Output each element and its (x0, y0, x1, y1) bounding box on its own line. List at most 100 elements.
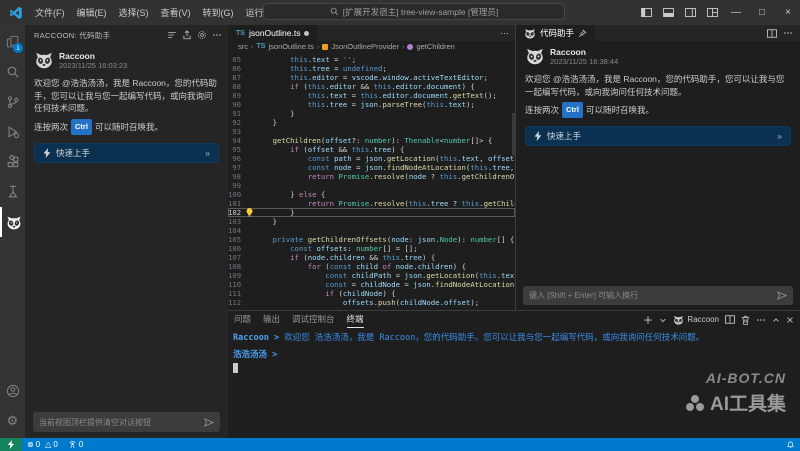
ports-indicator[interactable]: 0 (63, 438, 88, 451)
maximize-panel-chevron-icon[interactable] (772, 316, 780, 324)
remote-indicator[interactable] (0, 438, 22, 451)
activity-explorer[interactable]: 1 (0, 27, 25, 57)
remote-icon (7, 440, 15, 449)
quick-start-button[interactable]: 快速上手 » (34, 143, 219, 163)
code-line[interactable]: 109 const childPath = json.getLocation(t… (228, 271, 515, 280)
code-line[interactable]: 90 this.tree = json.parseTree(this.text)… (228, 100, 515, 109)
new-terminal-icon[interactable] (643, 315, 653, 325)
lightbulb-icon[interactable] (246, 208, 255, 217)
code-line[interactable]: 91 } (228, 109, 515, 118)
panel-tab-调试控制台[interactable]: 调试控制台 (292, 311, 335, 328)
editor-scrollbar[interactable] (512, 113, 515, 155)
code-line[interactable]: 94 getChildren(offset?: number): Thenabl… (228, 136, 515, 145)
activity-test-beaker[interactable] (0, 177, 25, 207)
line-number: 111 (228, 289, 246, 298)
code-line[interactable]: 88 if (this.editor && this.editor.docume… (228, 82, 515, 91)
warnings-icon: △ (45, 440, 51, 449)
code-line[interactable]: 95 if (offset && this.tree) { (228, 145, 515, 154)
terminal-profile[interactable]: Raccoon (673, 315, 719, 325)
panel-tab-问题[interactable]: 问题 (234, 311, 251, 328)
code-line[interactable]: 111 if (childNode) { (228, 289, 515, 298)
tab-jsonoutline[interactable]: TS jsonOutline.ts (228, 25, 318, 41)
code-line[interactable]: 89 this.text = this.editor.document.getT… (228, 91, 515, 100)
menu-item[interactable]: 转到(G) (198, 4, 239, 21)
modified-dot-icon[interactable] (304, 31, 309, 36)
send-icon[interactable] (204, 418, 214, 427)
maximize-button[interactable]: □ (750, 0, 774, 25)
code-line[interactable]: 108 for (const child of node.children) { (228, 262, 515, 271)
menu-item[interactable]: 文件(F) (30, 4, 70, 21)
menu-item[interactable]: 查看(V) (156, 4, 196, 21)
account-icon[interactable] (0, 376, 25, 406)
activity-raccoon[interactable] (0, 207, 25, 237)
menu-item[interactable]: 选择(S) (114, 4, 154, 21)
panel-tab-输出[interactable]: 输出 (263, 311, 280, 328)
code-area[interactable]: 85 this.text = '';86 this.tree = undefin… (228, 52, 515, 310)
editor-tabbar: TS jsonOutline.ts ··· (228, 25, 515, 41)
code-line[interactable]: 104 (228, 226, 515, 235)
code-line[interactable]: 112 offsets.push(childNode.offset); (228, 298, 515, 307)
watermark-line2: AI工具集 (710, 389, 786, 416)
code-line[interactable]: 99 (228, 181, 515, 190)
sidebar-input-placeholder: 当前视图顶栏提供清空对话按钮 (39, 417, 200, 428)
code-line[interactable]: 105 private getChildrenOffsets(node: jso… (228, 235, 515, 244)
code-line[interactable]: 98 return Promise.resolve(node ? this.ge… (228, 172, 515, 181)
more-icon[interactable] (212, 30, 222, 40)
activity-run-debug[interactable] (0, 117, 25, 147)
settings-gear-icon[interactable]: ⚙ (0, 406, 25, 436)
menu-item[interactable]: 编辑(E) (72, 4, 112, 21)
send-icon[interactable] (777, 291, 787, 300)
code-line[interactable]: 97 const node = json.findNodeAtLocation(… (228, 163, 515, 172)
more-icon[interactable] (783, 28, 793, 38)
activity-extensions[interactable] (0, 147, 25, 177)
problems-indicator[interactable]: ⊗ 0 △ 0 (22, 438, 63, 451)
settings-icon[interactable] (197, 30, 207, 40)
sidebar-chat-input[interactable]: 当前视图顶栏提供清空对话按钮 (33, 412, 220, 432)
notifications-bell[interactable] (781, 438, 800, 451)
editor-group: TS jsonOutline.ts ··· src› TS jsonOutlin… (228, 25, 515, 310)
code-line[interactable]: 93 (228, 127, 515, 136)
toggle-panel-icon[interactable] (658, 0, 678, 25)
breadcrumb[interactable]: src› TS jsonOutline.ts› JsonOutlineProvi… (228, 41, 515, 52)
line-number: 93 (228, 127, 246, 136)
activity-search[interactable] (0, 57, 25, 87)
code-line[interactable]: 106 const offsets: number[] = []; (228, 244, 515, 253)
line-number: 110 (228, 280, 246, 289)
code-line[interactable]: 86 this.tree = undefined; (228, 64, 515, 73)
code-line[interactable]: 100 } else { (228, 190, 515, 199)
tab-code-assistant[interactable]: 代码助手 (516, 25, 595, 41)
toggle-secondary-sidebar-icon[interactable] (680, 0, 700, 25)
minimize-button[interactable]: — (724, 0, 748, 25)
line-number: 87 (228, 73, 246, 82)
more-icon[interactable] (756, 315, 766, 325)
terminal-content[interactable]: Raccoon > 欢迎您 浩浩汤汤，我是 Raccoon，您的代码助手。您可以… (228, 328, 800, 373)
code-line[interactable]: 101 return Promise.resolve(this.tree ? t… (228, 199, 515, 208)
export-icon[interactable] (182, 30, 192, 40)
customize-layout-icon[interactable] (702, 0, 722, 25)
terminal-dropdown-chevron-icon[interactable] (659, 316, 667, 324)
clear-chat-icon[interactable] (167, 30, 177, 40)
toggle-sidebar-icon[interactable] (636, 0, 656, 25)
code-line[interactable]: 92 } (228, 118, 515, 127)
close-panel-icon[interactable] (786, 316, 794, 324)
right-panel-tabbar: 代码助手 (516, 25, 800, 41)
code-line[interactable]: 96 const path = json.getLocation(this.te… (228, 154, 515, 163)
code-line[interactable]: 87 this.editor = vscode.window.activeTex… (228, 73, 515, 82)
watermark-line1: AI-BOT.CN (685, 370, 786, 386)
split-editor-icon[interactable] (767, 29, 777, 38)
code-line[interactable]: 103 } (228, 217, 515, 226)
command-center-search[interactable]: [扩展开发宿主] tree-view-sample [管理员] (263, 3, 565, 20)
editor-more-actions[interactable]: ··· (494, 25, 515, 41)
activity-source-control[interactable] (0, 87, 25, 117)
pin-icon[interactable] (578, 29, 587, 38)
close-button[interactable]: × (776, 0, 800, 25)
panel-tab-终端[interactable]: 终端 (347, 311, 364, 328)
code-line[interactable]: 110 const = childNode = json.findNodeAtL… (228, 280, 515, 289)
split-terminal-icon[interactable] (725, 315, 735, 324)
code-line[interactable]: 107 if (node.children && this.tree) { (228, 253, 515, 262)
code-line[interactable]: 102 } (228, 208, 515, 217)
kill-terminal-trash-icon[interactable] (741, 315, 750, 325)
assistant-chat-input[interactable]: 键入 [Shift + Enter] 可输入换行 (523, 286, 793, 305)
code-line[interactable]: 85 this.text = ''; (228, 55, 515, 64)
quick-start-button[interactable]: 快速上手 » (525, 126, 791, 146)
